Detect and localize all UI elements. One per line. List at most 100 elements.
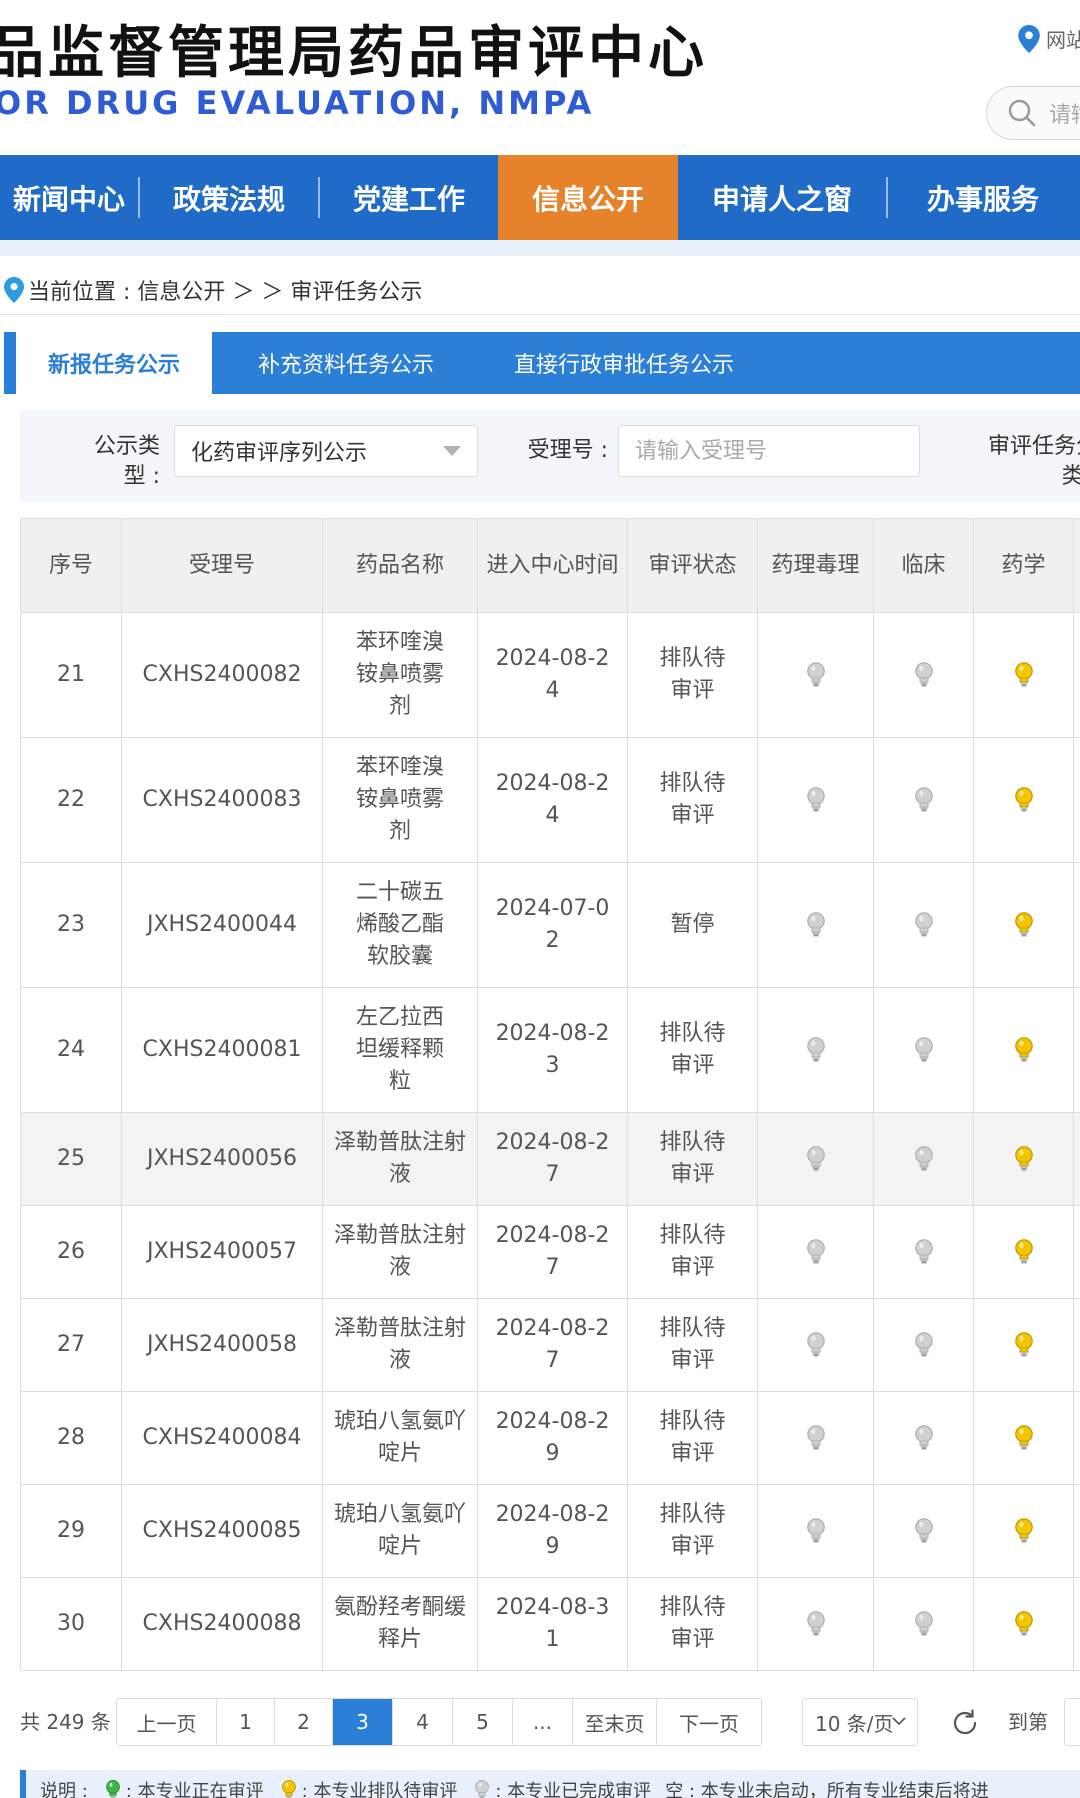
table-row[interactable]: 21 CXHS2400082 苯环喹溴铵鼻喷雾剂 2024-08-24 排队待审评 (20, 612, 1080, 738)
task-tabs: 新报任务公示 补充资料任务公示 直接行政审批任务公示 (4, 332, 1080, 394)
table-row[interactable]: 30 CXHS2400088 氨酚羟考酮缓释片 2024-08-31 排队待审评 (20, 1577, 1080, 1671)
nav-item-policy[interactable]: 政策法规 (140, 155, 318, 240)
next-page-button[interactable]: 下一页 (657, 1699, 761, 1745)
cell-clin-status (873, 1391, 974, 1485)
cell-drug-name: 苯环喹溴铵鼻喷雾剂 (322, 612, 478, 738)
cell-pharm-status (973, 862, 1074, 988)
table-row[interactable]: 24 CXHS2400081 左乙拉西坦缓释颗粒 2024-08-23 排队待审评 (20, 987, 1080, 1113)
table-row[interactable]: 26 JXHS2400057 泽勒普肽注射液 2024-08-27 排队待审评 (20, 1205, 1080, 1299)
nav-item-services[interactable]: 办事服务 (888, 155, 1078, 240)
tab-direct-approval-tasks[interactable]: 直接行政审批任务公示 (484, 332, 764, 394)
cell-drug-name: 琥珀八氢氨吖啶片 (322, 1391, 478, 1485)
bulb-gray-icon (913, 1331, 935, 1359)
goto-page-input[interactable] (1064, 1698, 1080, 1746)
cell-accept-no: CXHS2400082 (121, 612, 323, 738)
cell-overflow (1073, 612, 1080, 738)
nav-item-info-disclosure[interactable]: 信息公开 (498, 155, 678, 240)
cell-status: 排队待审评 (627, 1577, 758, 1671)
cell-pharm-status (973, 612, 1074, 738)
page-button-1[interactable]: 1 (217, 1699, 275, 1745)
cell-status: 排队待审评 (627, 1205, 758, 1299)
bulb-gray-icon (805, 661, 827, 689)
cell-tox-status (757, 1577, 874, 1671)
cell-status: 排队待审评 (627, 612, 758, 738)
page-size-select[interactable]: 10 条/页 (802, 1698, 918, 1746)
bulb-yellow-icon (1013, 1145, 1035, 1173)
cell-tox-status (757, 1484, 874, 1578)
legend-empty-text: 空 : 本专业未启动，所有专业结束后将进 (665, 1781, 989, 1798)
cell-tox-status (757, 987, 874, 1113)
cell-no: 27 (20, 1298, 122, 1392)
filter-type-label: 公示类 型 : (93, 434, 160, 489)
bulb-yellow-icon (1013, 786, 1035, 814)
bulb-gray-icon (913, 1517, 935, 1545)
bulb-yellow-icon (1013, 1238, 1035, 1266)
bulb-yellow-icon (1013, 1424, 1035, 1452)
bulb-gray-icon (913, 911, 935, 939)
cell-accept-no: CXHS2400081 (121, 987, 323, 1113)
page-button-5[interactable]: 5 (453, 1699, 513, 1745)
cell-accept-no: JXHS2400056 (121, 1112, 323, 1206)
breadcrumb: 当前位置 : 信息公开 ＞ ＞ 审评任务公示 (4, 274, 422, 306)
nav-item-applicant[interactable]: 申请人之窗 (678, 155, 886, 240)
cell-status: 排队待审评 (627, 1112, 758, 1206)
main-nav: 新闻中心 政策法规 党建工作 信息公开 申请人之窗 办事服务 (0, 155, 1080, 240)
cell-accept-no: JXHS2400058 (121, 1298, 323, 1392)
table-row[interactable]: 29 CXHS2400085 琥珀八氢氨吖啶片 2024-08-29 排队待审评 (20, 1484, 1080, 1578)
cell-pharm-status (973, 1391, 1074, 1485)
refresh-icon[interactable] (950, 1708, 980, 1738)
filter-type-value: 化药审评序列公示 (191, 441, 368, 466)
page-buttons: 上一页 1 2 3 4 5 ... 至末页 下一页 (116, 1698, 762, 1746)
table-row[interactable]: 22 CXHS2400083 苯环喹溴铵鼻喷雾剂 2024-08-24 排队待审评 (20, 737, 1080, 863)
filter-bar: 公示类 型 : 化药审评序列公示 受理号 : 审评任务分 类 : (20, 410, 1080, 502)
site-nav-link[interactable]: 网站 (1018, 24, 1080, 53)
filter-type-select[interactable]: 化药审评序列公示 (174, 425, 478, 477)
accept-number-input[interactable] (618, 425, 920, 477)
table-row[interactable]: 27 JXHS2400058 泽勒普肽注射液 2024-08-27 排队待审评 (20, 1298, 1080, 1392)
page-button-4[interactable]: 4 (393, 1699, 453, 1745)
page-ellipsis[interactable]: ... (513, 1699, 573, 1745)
last-page-button[interactable]: 至末页 (573, 1699, 657, 1745)
pagination: 共 249 条 上一页 1 2 3 4 5 ... 至末页 下一页 10 条/页… (0, 1698, 1080, 1746)
table-row[interactable]: 25 JXHS2400056 泽勒普肽注射液 2024-08-27 排队待审评 (20, 1112, 1080, 1206)
cell-overflow (1073, 1112, 1080, 1206)
nav-item-news[interactable]: 新闻中心 (0, 155, 138, 240)
cell-date: 2024-08-29 (477, 1391, 628, 1485)
bulb-yellow-icon (280, 1779, 298, 1798)
cell-drug-name: 泽勒普肽注射液 (322, 1298, 478, 1392)
tab-new-tasks[interactable]: 新报任务公示 (4, 332, 212, 394)
bulb-gray-icon (805, 1331, 827, 1359)
nav-item-party[interactable]: 党建工作 (320, 155, 498, 240)
bulb-gray-icon (805, 1610, 827, 1638)
legend-label: 说明 : (40, 1781, 88, 1798)
page-button-3[interactable]: 3 (333, 1699, 393, 1745)
table-row[interactable]: 23 JXHS2400044 二十碳五烯酸乙酯软胶囊 2024-07-02 暂停 (20, 862, 1080, 988)
cell-drug-name: 泽勒普肽注射液 (322, 1112, 478, 1206)
table-row[interactable]: 28 CXHS2400084 琥珀八氢氨吖啶片 2024-08-29 排队待审评 (20, 1391, 1080, 1485)
search-icon[interactable] (1007, 98, 1037, 128)
prev-page-button[interactable]: 上一页 (117, 1699, 217, 1745)
col-header-accept-no: 受理号 (121, 518, 323, 613)
bulb-gray-icon (473, 1779, 491, 1798)
tab-supplement-tasks[interactable]: 补充资料任务公示 (226, 332, 466, 394)
cell-status: 排队待审评 (627, 1391, 758, 1485)
cell-accept-no: JXHS2400044 (121, 862, 323, 988)
col-header-drug-name: 药品名称 (322, 518, 478, 613)
total-count: 共 249 条 (20, 1710, 111, 1734)
site-title-cn[interactable]: 品监督管理局药品审评中心 (0, 8, 708, 89)
col-header-pharmacy: 药学 (973, 518, 1074, 613)
breadcrumb-text[interactable]: 当前位置 : 信息公开 ＞ ＞ 审评任务公示 (28, 274, 422, 306)
search-placeholder: 请输 (1049, 103, 1080, 128)
bulb-gray-icon (805, 1424, 827, 1452)
cell-date: 2024-08-31 (477, 1577, 628, 1671)
cell-no: 30 (20, 1577, 122, 1671)
page-button-2[interactable]: 2 (275, 1699, 333, 1745)
bulb-gray-icon (913, 1036, 935, 1064)
cell-drug-name: 苯环喹溴铵鼻喷雾剂 (322, 737, 478, 863)
cell-date: 2024-08-27 (477, 1298, 628, 1392)
cell-overflow (1073, 987, 1080, 1113)
search-box[interactable]: 请输 (986, 86, 1080, 140)
cell-pharm-status (973, 1205, 1074, 1299)
cell-clin-status (873, 1298, 974, 1392)
bulb-yellow-icon (1013, 661, 1035, 689)
